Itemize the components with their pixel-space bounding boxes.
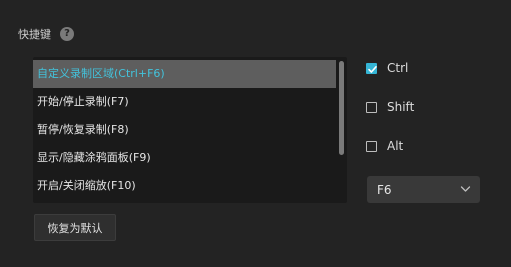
checkmark-icon (368, 65, 377, 73)
shift-label: Shift (387, 100, 415, 114)
list-item[interactable]: 显示/隐藏涂鸦面板(F9) (33, 144, 336, 172)
key-select[interactable]: F6 (367, 176, 480, 203)
key-select-value: F6 (377, 182, 392, 197)
list-item[interactable]: 自定义录制区域(Ctrl+F6) (33, 60, 336, 88)
alt-label: Alt (387, 139, 404, 153)
list-item[interactable]: 开启/关闭缩放(F10) (33, 172, 336, 200)
reset-default-button[interactable]: 恢复为默认 (34, 214, 116, 241)
alt-checkbox[interactable] (366, 140, 377, 152)
section-title: 快捷键 (18, 28, 51, 41)
shift-checkbox[interactable] (366, 101, 377, 113)
list-item[interactable]: 暂停/恢复录制(F8) (33, 116, 336, 144)
chevron-down-icon (460, 186, 471, 192)
list-item[interactable]: 开始/停止录制(F7) (33, 88, 336, 116)
alt-checkbox-row[interactable]: Alt (366, 139, 403, 153)
shortcut-list[interactable]: 自定义录制区域(Ctrl+F6) 开始/停止录制(F7) 暂停/恢复录制(F8)… (33, 57, 347, 203)
question-icon[interactable]: ? (60, 27, 74, 41)
ctrl-label: Ctrl (387, 61, 409, 75)
section-header: 快捷键 ? (18, 26, 74, 42)
list-scrollbar[interactable] (339, 61, 344, 155)
ctrl-checkbox-row[interactable]: Ctrl (366, 61, 408, 75)
ctrl-checkbox[interactable] (366, 62, 377, 74)
hotkey-settings-panel: 快捷键 ? 自定义录制区域(Ctrl+F6) 开始/停止录制(F7) 暂停/恢复… (0, 0, 511, 267)
shift-checkbox-row[interactable]: Shift (366, 100, 414, 114)
